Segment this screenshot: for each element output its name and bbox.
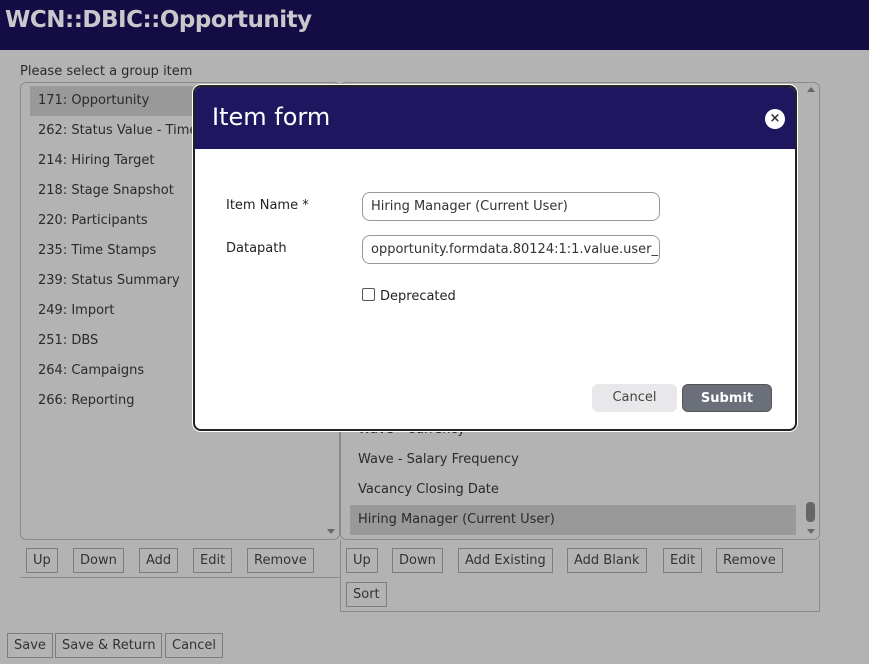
left-remove-button[interactable]: Remove (247, 548, 314, 573)
list-item[interactable]: 251: DBS (30, 326, 98, 356)
list-item[interactable]: 266: Reporting (30, 386, 135, 416)
close-icon[interactable]: × (765, 109, 785, 129)
item-form-modal: Item form × Item Name * Hiring Manager (… (193, 85, 797, 431)
datapath-label: Datapath (226, 241, 287, 256)
modal-title: Item form (212, 103, 331, 131)
right-remove-button[interactable]: Remove (716, 548, 783, 573)
save-button[interactable]: Save (7, 633, 53, 658)
list-item[interactable]: Vacancy Closing Date (350, 475, 499, 505)
scroll-up-icon[interactable] (807, 87, 815, 92)
right-down-button[interactable]: Down (392, 548, 443, 573)
save-return-button[interactable]: Save & Return (55, 633, 163, 658)
scroll-down-icon[interactable] (327, 529, 335, 534)
modal-submit-button[interactable]: Submit (682, 384, 772, 412)
list-item[interactable]: Wave - Salary Frequency (350, 445, 519, 475)
left-up-button[interactable]: Up (26, 548, 58, 573)
list-item[interactable]: 262: Status Value - Time (30, 116, 197, 146)
item-name-label: Item Name * (226, 198, 309, 213)
right-up-button[interactable]: Up (346, 548, 378, 573)
scroll-down-icon[interactable] (807, 529, 815, 534)
deprecated-label: Deprecated (380, 289, 456, 304)
modal-cancel-button[interactable]: Cancel (592, 384, 677, 412)
right-edit-button[interactable]: Edit (663, 548, 703, 573)
list-item[interactable]: Hiring Manager (Current User) (350, 505, 796, 535)
list-item[interactable]: 239: Status Summary (30, 266, 180, 296)
cancel-button[interactable]: Cancel (165, 633, 224, 658)
divider (20, 577, 340, 578)
list-item[interactable]: 218: Stage Snapshot (30, 176, 174, 206)
add-blank-button[interactable]: Add Blank (567, 548, 647, 573)
left-add-button[interactable]: Add (139, 548, 179, 573)
datapath-input[interactable]: opportunity.formdata.80124:1:1.value.use… (362, 235, 660, 264)
app-header: WCN::DBIC::Opportunity (0, 0, 869, 50)
modal-header: Item form × (195, 87, 795, 149)
deprecated-checkbox[interactable] (362, 288, 375, 301)
list-item[interactable]: 235: Time Stamps (30, 236, 156, 266)
scrollbar-thumb[interactable] (806, 502, 815, 522)
list-item[interactable]: 220: Participants (30, 206, 148, 236)
group-select-label: Please select a group item (20, 64, 193, 79)
left-edit-button[interactable]: Edit (193, 548, 233, 573)
sort-button[interactable]: Sort (346, 582, 387, 607)
add-existing-button[interactable]: Add Existing (458, 548, 553, 573)
left-down-button[interactable]: Down (73, 548, 124, 573)
page-title: WCN::DBIC::Opportunity (5, 7, 312, 33)
list-item[interactable]: 264: Campaigns (30, 356, 144, 386)
list-item[interactable]: 214: Hiring Target (30, 146, 155, 176)
item-name-input[interactable]: Hiring Manager (Current User) (362, 192, 660, 221)
list-item[interactable]: 249: Import (30, 296, 114, 326)
